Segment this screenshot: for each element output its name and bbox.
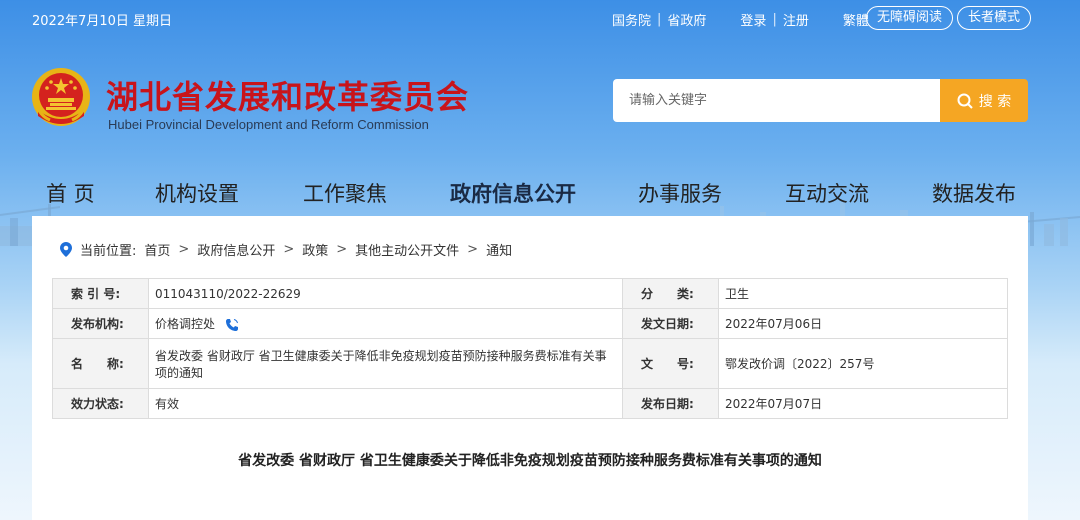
- search-button[interactable]: 搜 索: [940, 79, 1028, 122]
- current-date: 2022年7月10日 星期日: [32, 14, 173, 29]
- table-row: 效力状态: 有效 发布日期: 2022年07月07日: [52, 388, 1008, 419]
- doc-name-value: 省发改委 省财政厅 省卫生健康委关于降低非免疫规划疫苗预防接种服务费标准有关事项…: [148, 338, 623, 389]
- accessible-reading-button[interactable]: 无障碍阅读: [866, 6, 954, 30]
- chevron-right-icon: >: [178, 242, 190, 257]
- category-label: 分 类:: [622, 278, 719, 309]
- document-title: 省发改委 省财政厅 省卫生健康委关于降低非免疫规划疫苗预防接种服务费标准有关事项…: [238, 453, 822, 469]
- issuer-value: 价格调控处: [155, 317, 216, 331]
- breadcrumb-item-notice[interactable]: 通知: [486, 240, 512, 259]
- nav-item-home[interactable]: 首 页: [46, 178, 95, 208]
- national-emblem-icon: [32, 68, 90, 126]
- breadcrumb: 当前位置: 首页 > 政府信息公开 > 政策 > 其他主动公开文件 > 通知: [60, 240, 512, 259]
- divider: |: [772, 12, 777, 27]
- breadcrumb-item-policy[interactable]: 政策: [302, 240, 328, 259]
- issue-date-value: 2022年07月06日: [718, 308, 1008, 339]
- category-value: 卫生: [718, 278, 1008, 309]
- validity-status-value: 有效: [148, 388, 623, 419]
- publish-date-value: 2022年07月07日: [718, 388, 1008, 419]
- divider: |: [657, 12, 662, 27]
- nav-item-work-focus[interactable]: 工作聚焦: [303, 178, 387, 208]
- validity-status-label: 效力状态:: [52, 388, 149, 419]
- issue-date-label: 发文日期:: [622, 308, 719, 339]
- content-panel: 当前位置: 首页 > 政府信息公开 > 政策 > 其他主动公开文件 > 通知 索…: [32, 216, 1028, 520]
- site-subtitle: Hubei Provincial Development and Reform …: [108, 117, 429, 132]
- chevron-right-icon: >: [283, 242, 295, 257]
- publish-date-label: 发布日期:: [622, 388, 719, 419]
- search-box: [613, 79, 943, 122]
- nav-item-services[interactable]: 办事服务: [638, 178, 722, 208]
- link-state-council[interactable]: 国务院: [612, 10, 651, 29]
- top-bar: 2022年7月10日 星期日 国务院 | 省政府 登录 | 注册 繁體 无障碍阅…: [0, 0, 1080, 36]
- breadcrumb-item-gov-info[interactable]: 政府信息公开: [197, 240, 275, 259]
- nav-item-organization[interactable]: 机构设置: [155, 178, 239, 208]
- nav-item-gov-info-disclosure[interactable]: 政府信息公开: [450, 178, 576, 208]
- index-number-value: 011043110/2022-22629: [148, 278, 623, 309]
- issuer-label: 发布机构:: [52, 308, 149, 339]
- table-row: 名 称: 省发改委 省财政厅 省卫生健康委关于降低非免疫规划疫苗预防接种服务费标…: [52, 338, 1008, 389]
- index-number-label: 索 引 号:: [52, 278, 149, 309]
- doc-number-label: 文 号:: [622, 338, 719, 389]
- top-links: 国务院 | 省政府 登录 | 注册 繁體: [612, 10, 869, 29]
- main-nav: 首 页 机构设置 工作聚焦 政府信息公开 办事服务 互动交流 数据发布: [0, 178, 1080, 208]
- search-icon: [957, 93, 973, 109]
- table-row: 索 引 号: 011043110/2022-22629 分 类: 卫生: [52, 278, 1008, 309]
- document-metadata-table: 索 引 号: 011043110/2022-22629 分 类: 卫生 发布机构…: [52, 278, 1008, 419]
- traditional-chinese-link[interactable]: 繁體: [843, 10, 869, 29]
- site-title: 湖北省发展和改革委员会: [106, 78, 470, 116]
- breadcrumb-item-other-files[interactable]: 其他主动公开文件: [355, 240, 459, 259]
- register-link[interactable]: 注册: [783, 10, 809, 29]
- elder-mode-button[interactable]: 长者模式: [957, 6, 1032, 30]
- login-link[interactable]: 登录: [740, 10, 766, 29]
- breadcrumb-prefix: 当前位置:: [80, 244, 137, 259]
- chevron-right-icon: >: [467, 242, 479, 257]
- phone-icon[interactable]: [225, 318, 239, 332]
- issuer-cell: 价格调控处: [148, 308, 623, 339]
- link-provincial-gov[interactable]: 省政府: [667, 10, 706, 29]
- doc-name-label: 名 称:: [52, 338, 149, 389]
- table-row: 发布机构: 价格调控处 发文日期: 2022年07月06日: [52, 308, 1008, 339]
- location-pin-icon: [60, 242, 72, 257]
- chevron-right-icon: >: [336, 242, 348, 257]
- search-button-label: 搜 索: [978, 93, 1012, 110]
- nav-item-data-release[interactable]: 数据发布: [932, 178, 1016, 208]
- doc-number-value: 鄂发改价调〔2022〕257号: [718, 338, 1008, 389]
- breadcrumb-item-home[interactable]: 首页: [144, 240, 170, 259]
- search-input[interactable]: [613, 79, 943, 122]
- nav-item-interaction[interactable]: 互动交流: [785, 178, 869, 208]
